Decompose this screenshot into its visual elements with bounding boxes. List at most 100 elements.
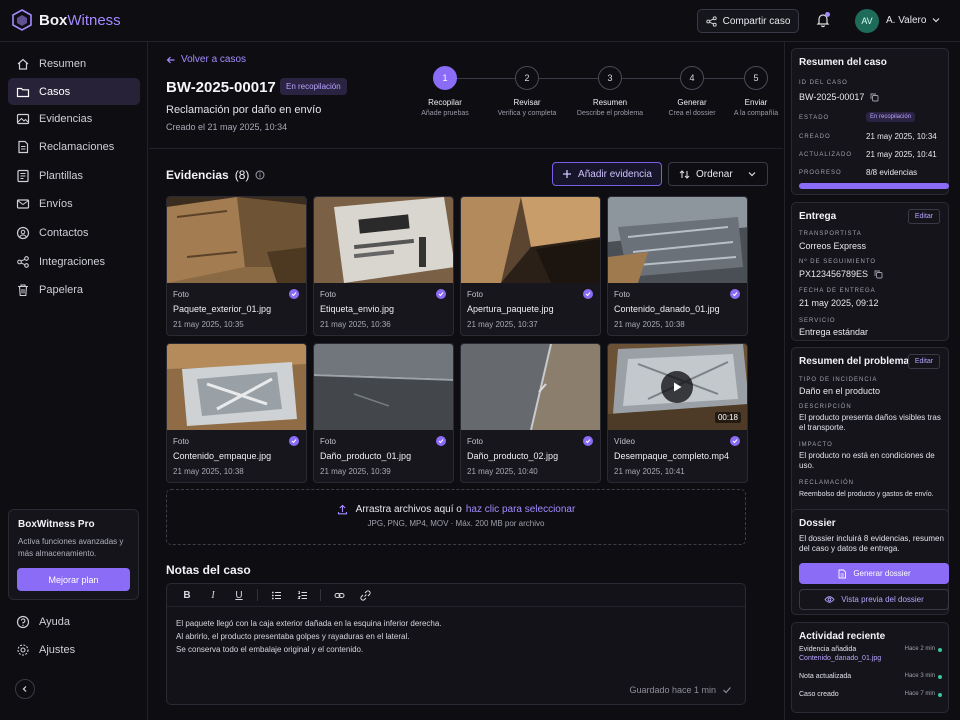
progress-fill (799, 183, 949, 189)
evidence-thumbnail[interactable] (314, 197, 453, 283)
sidebar-item-label: Envíos (39, 197, 73, 210)
evidence-thumbnail[interactable] (461, 344, 600, 430)
upgrade-plan-button[interactable]: Mejorar plan (17, 568, 130, 591)
copy-icon[interactable] (870, 93, 879, 102)
bold-button[interactable]: B (177, 585, 197, 605)
evidence-card[interactable]: Foto Contenido_empaque.jpg 21 may 2025, … (166, 343, 307, 483)
edit-delivery-button[interactable]: Editar (908, 209, 940, 224)
evidence-thumbnail[interactable] (608, 197, 747, 283)
numbered-list-button[interactable] (292, 585, 312, 605)
evidence-card[interactable]: Foto Daño_producto_02.jpg 21 may 2025, 1… (460, 343, 601, 483)
progress-value: 8/8 evidencias (866, 168, 918, 177)
embed-link-button[interactable] (329, 585, 349, 605)
evidence-filename: Etiqueta_envio.jpg (320, 304, 395, 314)
settings-label: Ajustes (39, 643, 76, 656)
recent-activity-panel: Actividad reciente Evidencia añadida Con… (791, 622, 949, 713)
back-label: Volver a casos (181, 54, 247, 65)
file-upload-dropzone[interactable]: Arrastra archivos aquí o haz clic para s… (166, 489, 746, 545)
evidence-thumbnail[interactable]: 00:18 (608, 344, 747, 430)
evidence-card[interactable]: Foto Etiqueta_envio.jpg 21 may 2025, 10:… (313, 196, 454, 336)
chevron-down-icon[interactable] (931, 15, 941, 25)
avatar[interactable]: AV (855, 9, 879, 33)
sidebar-item-evidencias[interactable]: Evidencias (8, 105, 140, 132)
notes-content[interactable]: El paquete llegó con la caja exterior da… (176, 617, 442, 656)
pro-description: Activa funciones avanzadas y más almacen… (18, 537, 124, 558)
sidebar-item-reclamaciones[interactable]: Reclamaciones (8, 133, 140, 160)
evidence-card[interactable]: Foto Apertura_paquete.jpg 21 may 2025, 1… (460, 196, 601, 336)
step-recopilar[interactable]: 1 Recopilar Añade pruebas (403, 66, 487, 117)
user-name[interactable]: A. Valero (886, 15, 926, 26)
carrier-value: Correos Express (799, 241, 867, 251)
bullet-list-button[interactable] (266, 585, 286, 605)
sort-dropdown[interactable]: Ordenar (668, 162, 768, 186)
tracking-label: Nº DE SEGUIMIENTO (799, 259, 877, 265)
envelope-icon (16, 198, 30, 209)
activity-file-link[interactable]: Contenido_danado_01.jpg (799, 655, 881, 662)
evidence-thumbnail[interactable] (314, 344, 453, 430)
sidebar-item-ajustes[interactable]: Ajustes (8, 636, 140, 663)
evidence-thumbnail[interactable] (167, 197, 306, 283)
evidence-card[interactable]: Foto Contenido_danado_01.jpg 21 may 2025… (607, 196, 748, 336)
edit-problem-button[interactable]: Editar (908, 354, 940, 369)
progress-label: PROGRESO (799, 170, 842, 176)
evidence-date: 21 may 2025, 10:38 (173, 467, 244, 476)
generate-dossier-label: Generar dossier (853, 569, 911, 578)
panel-title: Entrega (799, 211, 837, 222)
share-icon (705, 15, 717, 27)
share-case-button[interactable]: Compartir caso (697, 9, 799, 33)
evidence-thumbnail[interactable] (167, 344, 306, 430)
copy-icon[interactable] (874, 270, 883, 279)
add-evidence-button[interactable]: Añadir evidencia (552, 162, 662, 186)
collapse-sidebar-button[interactable] (15, 679, 35, 699)
app-logo[interactable]: BoxWitness (12, 9, 121, 31)
sidebar-item-integraciones[interactable]: Integraciones (8, 248, 140, 275)
evidence-filename: Desempaque_completo.mp4 (614, 451, 730, 461)
insert-link-button[interactable] (355, 585, 375, 605)
evidence-header: Evidencias (8) (166, 168, 265, 182)
step-title: Recopilar (428, 98, 462, 107)
preview-dossier-button[interactable]: Vista previa del dossier (799, 589, 949, 610)
info-icon[interactable] (255, 170, 265, 180)
sidebar-item-resumen[interactable]: Resumen (8, 50, 140, 77)
sidebar-item-envios[interactable]: Envíos (8, 190, 140, 217)
step-number: 3 (598, 66, 622, 90)
claim-value: Reembolso del producto y gastos de envío… (799, 491, 934, 498)
select-files-link[interactable]: haz clic para seleccionar (466, 504, 576, 515)
step-description: Verifica y completa (497, 110, 557, 117)
sidebar-item-contactos[interactable]: Contactos (8, 219, 140, 246)
evidence-card[interactable]: 00:18 Vídeo Desempaque_completo.mp4 21 m… (607, 343, 748, 483)
step-revisar[interactable]: 2 Revisar Verifica y completa (485, 66, 569, 117)
evidence-title: Evidencias (166, 168, 229, 182)
underline-button[interactable]: U (229, 585, 249, 605)
status-badge: En recopilación (280, 78, 347, 95)
evidence-type: Foto (614, 290, 631, 299)
evidence-type: Vídeo (614, 437, 635, 446)
play-button[interactable] (661, 371, 693, 403)
impact-value: El producto no está en condiciones de us… (799, 451, 935, 470)
sidebar-item-papelera[interactable]: Papelera (8, 276, 140, 303)
progress-bar (799, 183, 949, 189)
back-to-cases-link[interactable]: Volver a casos (166, 54, 246, 65)
notes-editor[interactable]: B I U El paquete llegó con la caja exter… (166, 583, 746, 705)
generate-dossier-button[interactable]: Generar dossier (799, 563, 949, 584)
check-icon (730, 436, 740, 446)
evidence-card[interactable]: Foto Paquete_exterior_01.jpg 21 may 2025… (166, 196, 307, 336)
evidence-type: Foto (173, 437, 190, 446)
sidebar-item-ayuda[interactable]: Ayuda (8, 608, 140, 635)
step-title: Revisar (513, 98, 541, 107)
sidebar-item-casos[interactable]: Casos (8, 78, 140, 105)
sidebar-item-plantillas[interactable]: Plantillas (8, 162, 140, 189)
right-panel: Resumen del caso ID DEL CASO BW-2025-000… (784, 42, 960, 720)
evidence-card[interactable]: Foto Daño_producto_01.jpg 21 may 2025, 1… (313, 343, 454, 483)
case-created-date: Creado el 21 may 2025, 10:34 (166, 122, 288, 132)
step-resumen[interactable]: 3 Resumen Describe el problema (568, 66, 652, 117)
sidebar-item-label: Plantillas (39, 169, 84, 182)
evidence-thumbnail[interactable] (461, 197, 600, 283)
template-icon (17, 169, 29, 182)
help-label: Ayuda (39, 615, 70, 628)
activity-text: Evidencia añadida (799, 646, 857, 653)
italic-button[interactable]: I (203, 585, 223, 605)
panel-title: Actividad reciente (799, 631, 886, 642)
add-evidence-label: Añadir evidencia (578, 168, 652, 180)
save-status: Guardado hace 1 min (629, 685, 732, 695)
